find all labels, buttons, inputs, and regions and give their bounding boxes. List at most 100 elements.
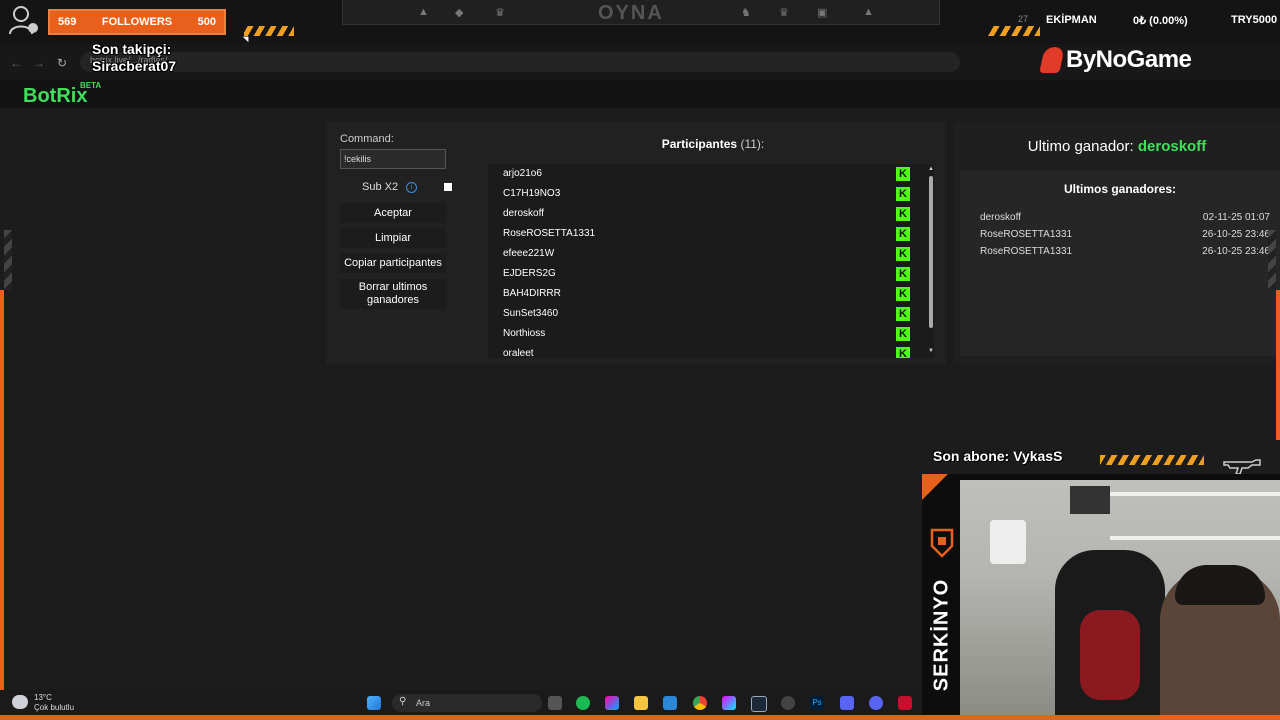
participant-name: RoseROSETTA1331 [503, 228, 596, 239]
winner-date: 02-11-25 01:07 [1202, 212, 1270, 223]
info-icon[interactable]: i [406, 182, 417, 193]
followers-goal: 500 [197, 16, 216, 28]
winner-date: 26-10-25 23:46 [1202, 246, 1270, 257]
winners-panel: Ultimo ganador: deroskoff Ultimos ganado… [954, 122, 1280, 364]
streamer-hair [1175, 565, 1265, 605]
app-icon[interactable] [898, 696, 912, 710]
copilot-icon[interactable] [605, 696, 619, 710]
participant-name: deroskoff [503, 208, 544, 219]
last-follower-title: Son takipçi: [92, 41, 172, 57]
room-shelf [1110, 536, 1280, 540]
spotify-icon[interactable] [576, 696, 590, 710]
list-item: RoseROSETTA1331 K [488, 224, 918, 244]
last-winner-heading: Ultimo ganador: deroskoff [954, 138, 1280, 155]
kick-icon: K [896, 267, 910, 281]
hazard-stripes-cam [1100, 455, 1204, 465]
participants-label: Participantes [661, 137, 738, 151]
search-placeholder: Ara [416, 698, 431, 708]
store-icon[interactable] [663, 696, 677, 710]
discord-icon[interactable] [869, 696, 883, 710]
back-icon[interactable]: ← [10, 56, 22, 70]
participant-name: EJDERS2G [503, 268, 556, 279]
kick-icon: K [896, 247, 910, 261]
forward-icon[interactable]: → [33, 56, 45, 70]
participant-name: Northioss [503, 328, 546, 339]
kick-icon: K [896, 207, 910, 221]
followers-goal-bar: 569 FOLLOWERS 500 [48, 9, 226, 35]
last-subscriber-overlay: Son abone: VykasS [933, 448, 1063, 464]
last-follower-overlay: Son takipçi: Siracberat07 [92, 41, 176, 75]
balance-value: 0₺ (0.00%) [1133, 15, 1188, 27]
sponsor-name: ByNoGame [1066, 46, 1192, 73]
webcam-video [960, 480, 1280, 720]
photoshop-icon[interactable]: Ps [810, 696, 824, 710]
photos-icon[interactable] [722, 696, 736, 710]
rank-icon: ◆ [455, 7, 464, 19]
search-icon: ⚲ [399, 696, 407, 707]
last-winner-label: Ultimo ganador: [1027, 138, 1134, 155]
bynogame-logo-icon [1039, 47, 1065, 73]
windows-start-icon[interactable] [367, 696, 381, 710]
brand-beta-badge: BETA [80, 81, 102, 90]
winner-row: RoseROSETTA1331 26-10-25 23:46 [980, 246, 1270, 262]
participant-name: C17H19NO3 [503, 188, 561, 199]
last-winner-name: deroskoff [1137, 138, 1207, 155]
followers-label: FOLLOWERS [101, 16, 173, 28]
list-item: BAH4DIRRR K [488, 284, 918, 304]
copy-participants-button[interactable]: Copiar participantes [340, 253, 446, 273]
list-item: SunSet3460 K [488, 304, 918, 324]
clear-button[interactable]: Limpiar [340, 228, 446, 248]
list-item: C17H19NO3 K [488, 184, 918, 204]
raffle-panel: Command: Sub X2 i Aceptar Limpiar Copiar… [326, 122, 946, 364]
chair-red-accent [1080, 610, 1140, 700]
brand-logo[interactable]: BotRix [23, 85, 87, 108]
kick-icon: K [896, 287, 910, 301]
rank-icon: ♛ [495, 7, 505, 19]
followers-current: 569 [58, 16, 77, 28]
rank-icon: ▲ [863, 6, 874, 18]
winner-row: deroskoff 02-11-25 01:07 [980, 212, 1270, 228]
app-icon[interactable] [781, 696, 795, 710]
command-input[interactable] [340, 149, 446, 169]
sub-x2-checkbox[interactable] [444, 183, 452, 191]
scroll-down-icon[interactable]: ▼ [928, 348, 934, 354]
task-view-icon[interactable] [548, 696, 562, 710]
scroll-up-icon[interactable]: ▲ [928, 166, 934, 172]
winner-row: RoseROSETTA1331 26-10-25 23:46 [980, 229, 1270, 245]
hazard-stripes-left [244, 26, 294, 36]
room-wall-art [990, 520, 1026, 564]
hazard-stripes-right [988, 26, 1040, 36]
kick-icon: K [896, 167, 910, 181]
overlay-border-left [0, 290, 4, 720]
list-item: deroskoff K [488, 204, 918, 224]
sponsor-logo: ByNoGame [1039, 44, 1192, 76]
participant-name: BAH4DIRRR [503, 288, 561, 299]
file-explorer-icon[interactable] [634, 696, 648, 710]
participant-name: arjo21o6 [503, 168, 542, 179]
taskbar-search[interactable]: ⚲ Ara [392, 694, 542, 712]
delete-winners-button[interactable]: Borrar ultimos ganadores [340, 279, 446, 309]
participants-list[interactable]: arjo21o6 K C17H19NO3 K deroskoff K RoseR… [488, 164, 934, 358]
reload-icon[interactable]: ↻ [57, 56, 67, 70]
steam-icon[interactable] [751, 696, 767, 712]
winners-title: Ultimos ganadores: [1063, 182, 1177, 196]
winner-name: RoseROSETTA1331 [980, 246, 1073, 257]
winner-name: deroskoff [980, 212, 1021, 223]
list-item: arjo21o6 K [488, 164, 918, 184]
app-header: BotRix BETA [0, 80, 1280, 108]
app-icon[interactable] [840, 696, 854, 710]
command-label: Command: [340, 133, 394, 145]
last-follower-name: Siracberat07 [92, 58, 177, 74]
temperature: 13°C [34, 693, 52, 702]
rank-icon: ♞ [741, 7, 751, 19]
participant-name: oraleet [503, 348, 534, 358]
stream-overlay-top: 569 FOLLOWERS 500 ▲ ◆ ♛ OYNA ♞ ♛ ▣ ▲ 27 … [0, 0, 1280, 44]
participants-scrollbar[interactable]: ▲ ▼ [928, 166, 934, 356]
try-value: TRY5000 [1231, 14, 1278, 26]
kick-icon: K [896, 227, 910, 241]
rifle-icon [1223, 459, 1261, 475]
accept-button[interactable]: Aceptar [340, 203, 446, 223]
chrome-icon[interactable] [693, 696, 707, 710]
address-bar[interactable]: botrix.live/.../raffles/ [80, 52, 960, 72]
scroll-thumb[interactable] [929, 176, 933, 328]
